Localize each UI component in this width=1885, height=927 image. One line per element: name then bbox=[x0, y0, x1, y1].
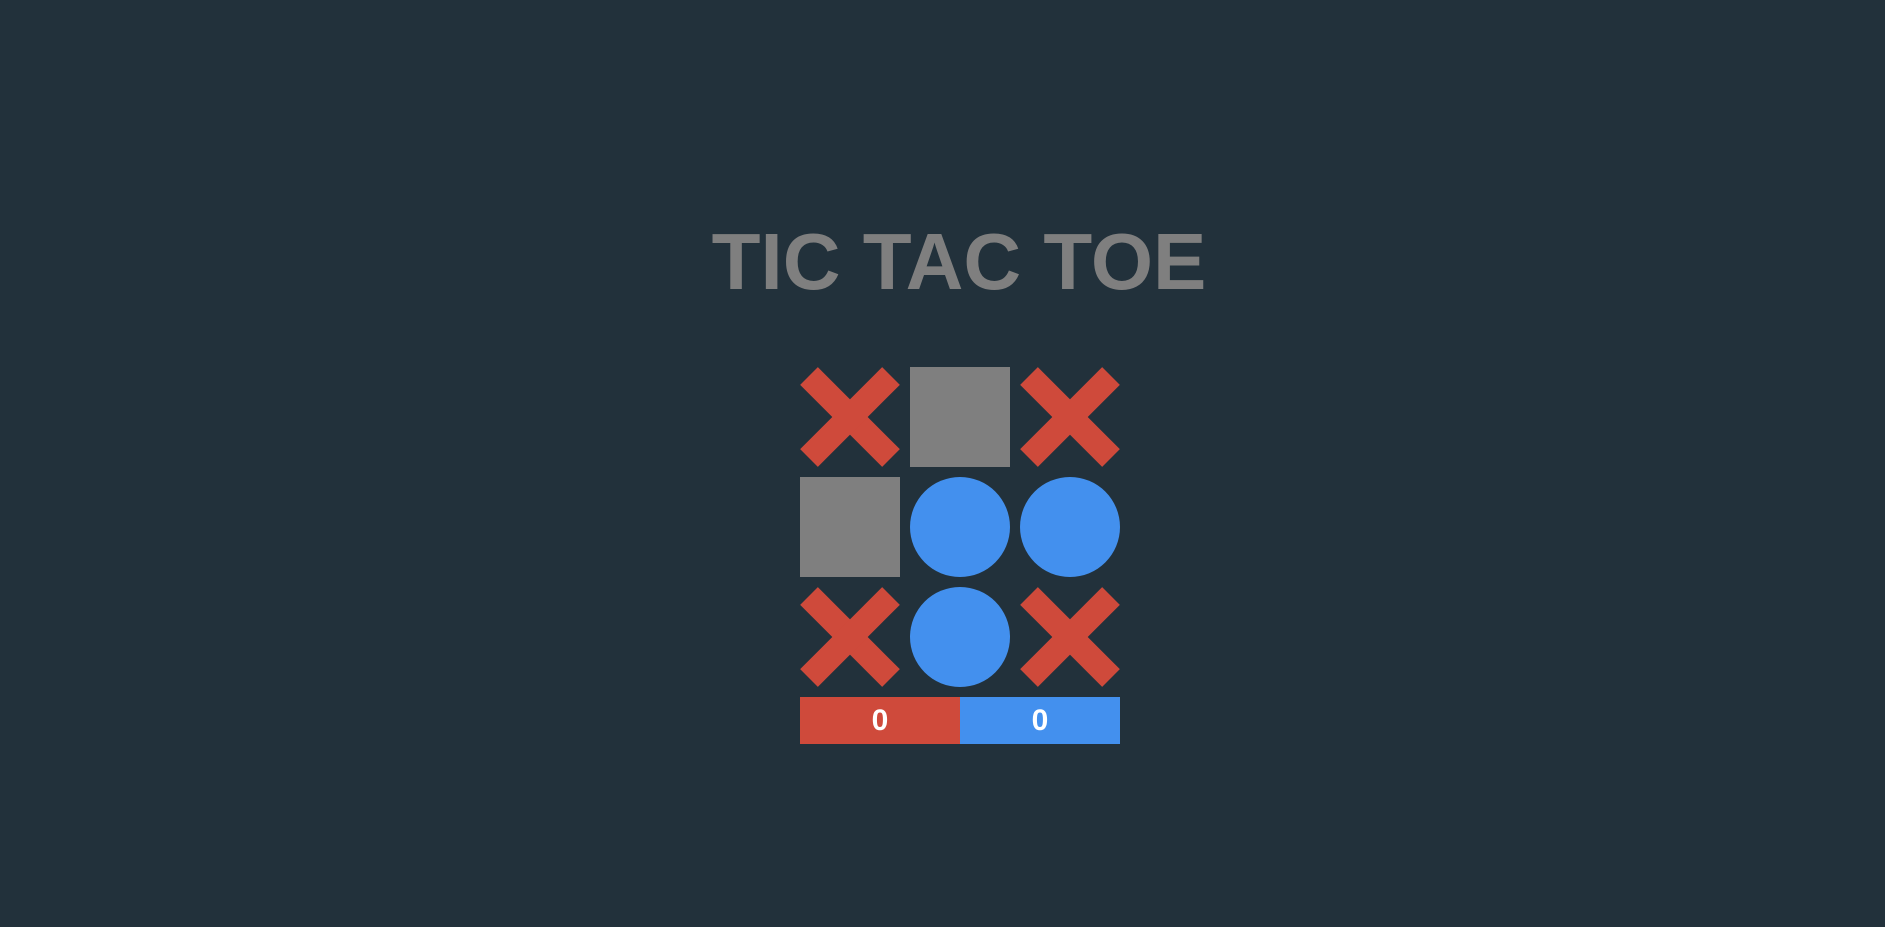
o-score: 0 bbox=[960, 697, 1120, 744]
x-mark-icon bbox=[800, 587, 900, 687]
o-circle-icon bbox=[910, 477, 1010, 577]
empty-square bbox=[800, 477, 900, 577]
board-cell-r2-c1[interactable] bbox=[800, 477, 900, 577]
board-cell-r3-c1[interactable] bbox=[800, 587, 900, 687]
score-bar: 0 0 bbox=[800, 697, 1120, 744]
game-board bbox=[800, 367, 1120, 687]
board-cell-r3-c2[interactable] bbox=[910, 587, 1010, 687]
board-cell-r1-c3[interactable] bbox=[1020, 367, 1120, 467]
empty-square bbox=[910, 367, 1010, 467]
o-circle-icon bbox=[910, 587, 1010, 687]
x-mark-icon bbox=[800, 367, 900, 467]
x-mark-icon bbox=[1020, 367, 1120, 467]
x-score: 0 bbox=[800, 697, 960, 744]
board-cell-r1-c2[interactable] bbox=[910, 367, 1010, 467]
board-cell-r2-c3[interactable] bbox=[1020, 477, 1120, 577]
o-circle-icon bbox=[1020, 477, 1120, 577]
board-cell-r2-c2[interactable] bbox=[910, 477, 1010, 577]
game-title: TIC TAC TOE bbox=[711, 217, 1207, 306]
board-cell-r3-c3[interactable] bbox=[1020, 587, 1120, 687]
x-mark-icon bbox=[1020, 587, 1120, 687]
board-cell-r1-c1[interactable] bbox=[800, 367, 900, 467]
